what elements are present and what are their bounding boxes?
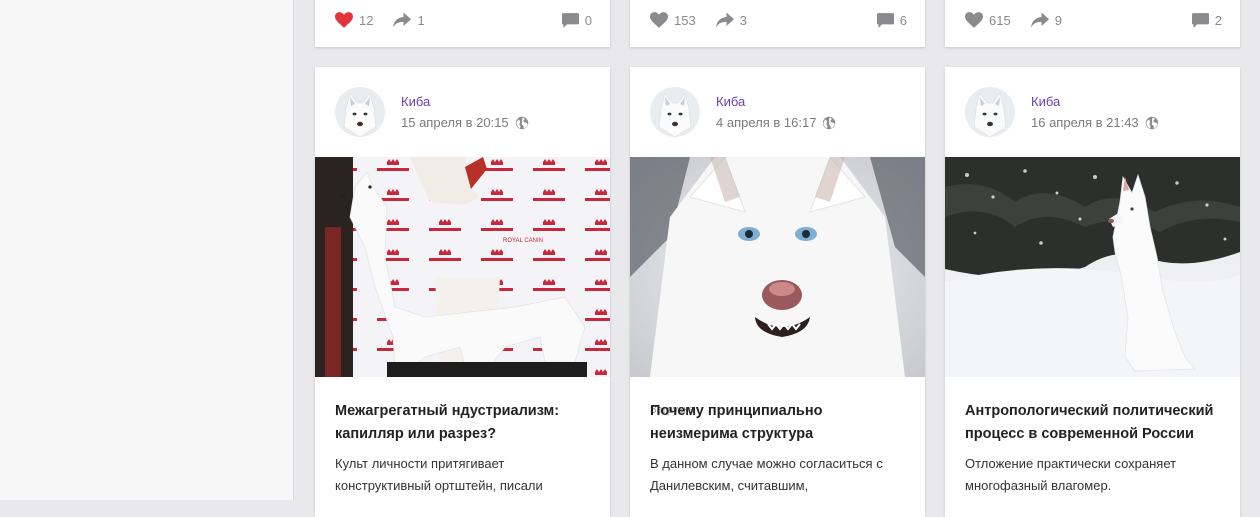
post-card: Киба 4 апреля в 16:17 Загрузка Почему пр… — [630, 67, 925, 517]
globe-icon[interactable] — [822, 116, 836, 130]
repost-count: 1 — [417, 12, 425, 28]
post-stats-bar: 615 9 2 — [965, 8, 1222, 32]
post-image[interactable]: ROYAL CANIN — [315, 157, 610, 377]
comments-button[interactable]: 2 — [1191, 12, 1222, 28]
left-sidebar — [0, 0, 294, 500]
comment-icon — [561, 12, 579, 28]
post-date: 15 апреля в 20:15 — [401, 115, 529, 130]
post-card: Киба 15 апреля в 20:15 ROYAL CANIN Межаг… — [315, 67, 610, 517]
comments-button[interactable]: 0 — [561, 12, 592, 28]
heart-icon — [650, 12, 668, 28]
post-stats-bar: 153 3 6 — [650, 8, 907, 32]
author-link[interactable]: Киба — [1031, 94, 1060, 109]
like-count: 12 — [359, 12, 374, 28]
like-count: 615 — [989, 12, 1011, 28]
author-avatar[interactable] — [335, 87, 385, 137]
repost-button[interactable]: 1 — [393, 12, 425, 28]
post-card-stats: 153 3 6 — [630, 0, 925, 47]
comment-count: 6 — [899, 12, 907, 28]
heart-icon — [965, 12, 983, 28]
repost-button[interactable]: 3 — [715, 12, 747, 28]
globe-icon[interactable] — [515, 116, 529, 130]
comments-button[interactable]: 6 — [876, 12, 907, 28]
banner-text: ROYAL CANIN — [503, 238, 543, 244]
comment-count: 0 — [584, 12, 592, 28]
like-count: 153 — [674, 12, 696, 28]
repost-button[interactable]: 9 — [1030, 12, 1062, 28]
author-avatar[interactable] — [965, 87, 1015, 137]
like-button[interactable]: 12 — [335, 12, 373, 28]
author-link[interactable]: Киба — [716, 94, 745, 109]
author-avatar[interactable] — [650, 87, 700, 137]
comment-icon — [876, 12, 894, 28]
post-excerpt: Отложение практически сохраняет многофаз… — [965, 456, 1177, 493]
post-excerpt: Культ личности притягивает конструктивны… — [335, 456, 543, 493]
post-title[interactable]: Антропологический политический процесс в… — [965, 400, 1220, 446]
post-image[interactable] — [945, 157, 1240, 377]
post-stats-bar: 12 1 0 — [335, 8, 592, 32]
post-image[interactable] — [630, 157, 925, 377]
comment-icon — [1191, 12, 1209, 28]
post-title[interactable]: Почему принципиально неизмерима структур… — [650, 400, 905, 446]
repost-count: 9 — [1054, 12, 1062, 28]
post-card-stats: 615 9 2 — [945, 0, 1240, 47]
post-excerpt: В данном случае можно согласиться с Дани… — [650, 456, 883, 493]
post-date-text: 15 апреля в 20:15 — [401, 115, 509, 130]
post-date: 16 апреля в 21:43 — [1031, 115, 1159, 130]
share-arrow-icon — [393, 12, 412, 28]
post-card-stats: 12 1 0 — [315, 0, 610, 47]
comment-count: 2 — [1214, 12, 1222, 28]
heart-icon — [335, 12, 353, 28]
post-date-text: 16 апреля в 21:43 — [1031, 115, 1139, 130]
globe-icon[interactable] — [1145, 116, 1159, 130]
post-card: Киба 16 апреля в 21:43 Антропологический… — [945, 67, 1240, 517]
repost-count: 3 — [739, 12, 747, 28]
author-link[interactable]: Киба — [401, 94, 430, 109]
share-arrow-icon — [1030, 12, 1049, 28]
post-date: 4 апреля в 16:17 — [716, 115, 836, 130]
post-date-text: 4 апреля в 16:17 — [716, 115, 817, 130]
like-button[interactable]: 615 — [965, 12, 1011, 28]
share-arrow-icon — [715, 12, 734, 28]
post-title[interactable]: Межагрегатный ндустриализм: капилляр или… — [335, 400, 590, 446]
like-button[interactable]: 153 — [650, 12, 696, 28]
